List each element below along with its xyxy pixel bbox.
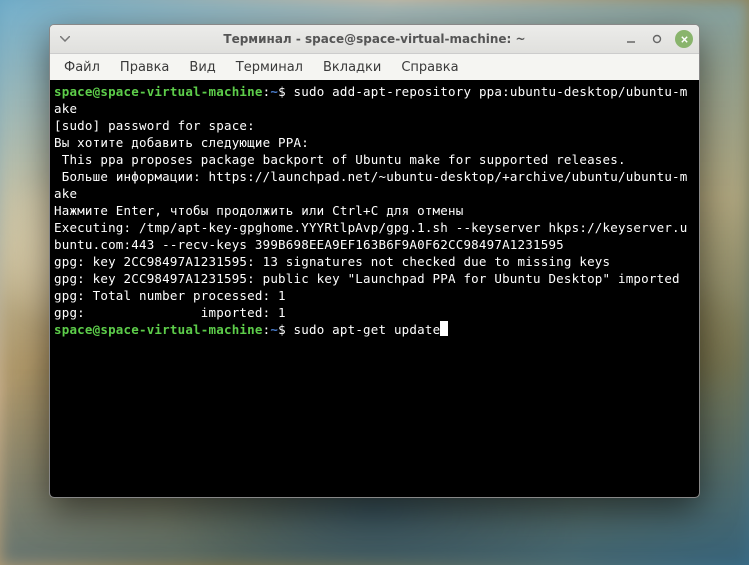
close-button[interactable]	[675, 30, 693, 48]
command-text: sudo apt-get update	[286, 322, 441, 337]
window-title: Терминал - space@space-virtual-machine: …	[50, 32, 699, 46]
window-menu-button[interactable]	[56, 30, 74, 48]
minimize-button[interactable]	[623, 31, 639, 47]
window-titlebar[interactable]: Терминал - space@space-virtual-machine: …	[50, 25, 699, 54]
chevron-down-icon	[60, 36, 70, 42]
terminal-line: [sudo] password for space:	[54, 117, 695, 134]
menubar: Файл Правка Вид Терминал Вкладки Справка	[50, 54, 699, 80]
terminal-line: This ppa proposes package backport of Ub…	[54, 151, 695, 168]
prompt-path: ~	[270, 84, 278, 99]
menu-file[interactable]: Файл	[54, 56, 110, 79]
terminal-area[interactable]: space@space-virtual-machine:~$ sudo add-…	[50, 80, 699, 497]
prompt-symbol: $	[278, 84, 286, 99]
menu-terminal[interactable]: Терминал	[226, 56, 313, 79]
menu-help[interactable]: Справка	[391, 56, 468, 79]
terminal-line: space@space-virtual-machine:~$ sudo apt-…	[54, 321, 695, 338]
terminal-line: Вы хотите добавить следующие PPA:	[54, 134, 695, 151]
menu-edit[interactable]: Правка	[110, 56, 179, 79]
prompt-user: space@space-virtual-machine	[54, 84, 263, 99]
terminal-line: gpg: imported: 1	[54, 304, 695, 321]
close-icon	[680, 35, 689, 44]
prompt-user: space@space-virtual-machine	[54, 322, 263, 337]
maximize-icon	[652, 34, 662, 44]
menu-view[interactable]: Вид	[179, 56, 225, 79]
terminal-window: Терминал - space@space-virtual-machine: …	[49, 24, 700, 498]
prompt-path: ~	[270, 322, 278, 337]
terminal-line: Нажмите Enter, чтобы продолжить или Ctrl…	[54, 202, 695, 219]
terminal-line: Больше информации: https://launchpad.net…	[54, 168, 695, 202]
window-controls	[623, 30, 693, 48]
prompt-symbol: $	[278, 322, 286, 337]
maximize-button[interactable]	[649, 31, 665, 47]
cursor	[440, 321, 448, 336]
terminal-line: Executing: /tmp/apt-key-gpghome.YYYRtlpA…	[54, 219, 695, 253]
terminal-line: space@space-virtual-machine:~$ sudo add-…	[54, 83, 695, 117]
terminal-line: gpg: key 2CC98497A1231595: 13 signatures…	[54, 253, 695, 270]
terminal-line: gpg: key 2CC98497A1231595: public key "L…	[54, 270, 695, 287]
terminal-line: gpg: Total number processed: 1	[54, 287, 695, 304]
menu-tabs[interactable]: Вкладки	[313, 56, 391, 79]
minimize-icon	[626, 34, 636, 44]
